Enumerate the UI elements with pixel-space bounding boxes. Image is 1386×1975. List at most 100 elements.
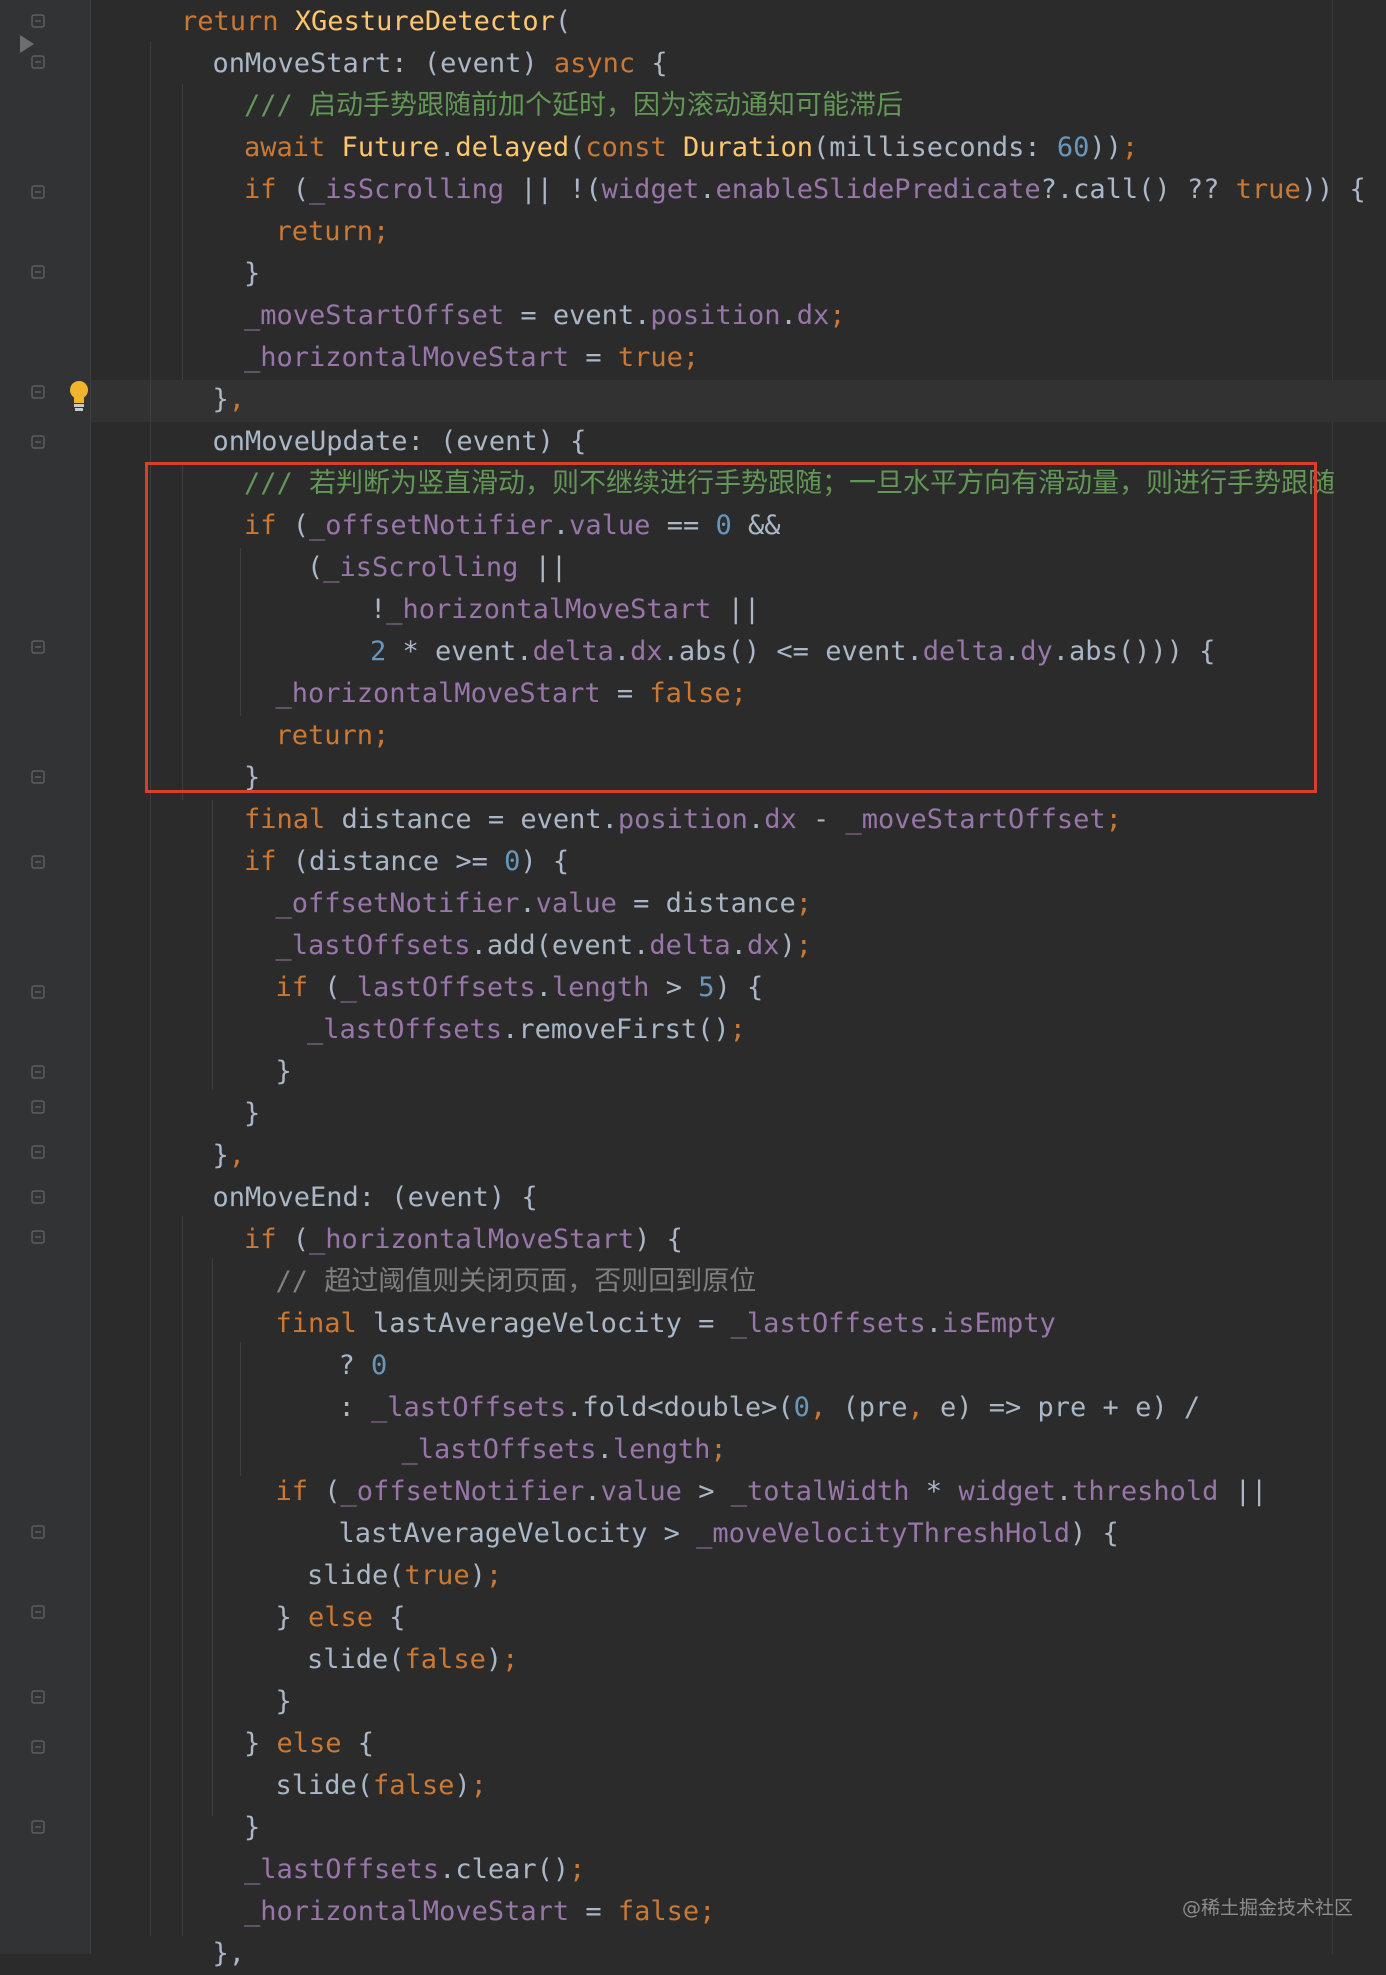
fold-marker-icon[interactable]: [31, 1230, 45, 1244]
fold-marker-icon[interactable]: [31, 985, 45, 999]
code-line[interactable]: _moveStartOffset = event.position.dx;: [244, 295, 846, 337]
code-token: value: [600, 1476, 682, 1507]
code-token: ;: [502, 1644, 519, 1675]
code-token: }: [244, 258, 261, 289]
code-line[interactable]: _horizontalMoveStart = true;: [244, 337, 699, 379]
code-line[interactable]: _lastOffsets.removeFirst();: [307, 1009, 746, 1051]
code-line[interactable]: _offsetNotifier.value = distance;: [276, 883, 812, 925]
fold-marker-icon[interactable]: [31, 1190, 45, 1204]
code-line[interactable]: await Future.delayed(const Duration(mill…: [244, 127, 1138, 169]
code-line[interactable]: },: [213, 1933, 246, 1975]
watermark-text: @稀土掘金技术社区: [1182, 1897, 1354, 1919]
code-token: slide(: [275, 1770, 374, 1801]
code-token: ;: [729, 1014, 746, 1045]
code-line[interactable]: _horizontalMoveStart = false;: [244, 1891, 715, 1933]
code-line[interactable]: }: [276, 1051, 292, 1093]
fold-marker-icon[interactable]: [31, 14, 45, 28]
code-token: _offsetNotifier: [275, 888, 520, 919]
code-token: _moveStartOffset: [845, 804, 1106, 835]
code-token: length: [612, 1434, 711, 1465]
fold-marker-icon[interactable]: [31, 1145, 45, 1159]
code-token: .: [747, 804, 765, 835]
code-token: _lastOffsets: [275, 930, 471, 961]
code-token: (milliseconds:: [813, 132, 1057, 163]
fold-marker-icon[interactable]: [31, 770, 45, 784]
run-triangle-icon[interactable]: [20, 35, 34, 53]
code-line[interactable]: if (distance >= 0) {: [244, 841, 569, 883]
code-token: length: [551, 972, 650, 1003]
editor-gutter: [0, 0, 90, 1954]
fold-marker-icon[interactable]: [31, 855, 45, 869]
fold-marker-icon[interactable]: [31, 640, 45, 654]
code-line[interactable]: ? 0: [339, 1345, 388, 1387]
code-token: ) {: [520, 846, 570, 877]
code-line[interactable]: final distance = event.position.dx - _mo…: [244, 799, 1122, 841]
code-token: _moveStartOffset: [244, 300, 505, 331]
fold-marker-icon[interactable]: [31, 1690, 45, 1704]
code-token: dx: [764, 804, 797, 835]
code-token: enableSlidePredicate: [715, 174, 1041, 205]
code-line[interactable]: }: [244, 1093, 260, 1135]
code-line[interactable]: }: [244, 1807, 260, 1849]
code-token: 5: [698, 972, 715, 1003]
code-token: .: [1055, 1476, 1073, 1507]
code-line[interactable]: : _lastOffsets.fold<double>(0, (pre, e) …: [339, 1387, 1201, 1429]
code-token: true: [1235, 174, 1301, 205]
code-line[interactable]: if (_offsetNotifier.value > _totalWidth …: [276, 1471, 1268, 1513]
code-token: /// 启动手势跟随前加个延时，因为滚动通知可能滞后: [244, 90, 904, 121]
fold-marker-icon[interactable]: [31, 55, 45, 69]
code-token: dx: [796, 300, 830, 331]
code-line[interactable]: },: [213, 1135, 246, 1177]
code-line[interactable]: return XGestureDetector(: [181, 1, 571, 43]
code-line[interactable]: },: [213, 379, 246, 421]
code-line[interactable]: if (_lastOffsets.length > 5) {: [276, 967, 764, 1009]
code-token: true;: [617, 342, 700, 373]
code-token: ?: [338, 1350, 372, 1381]
code-line[interactable]: if (_isScrolling || !(widget.enableSlide…: [244, 169, 1366, 211]
code-token: .add(event.: [470, 930, 650, 961]
code-line[interactable]: /// 启动手势跟随前加个延时，因为滚动通知可能滞后: [244, 85, 903, 127]
indent-guide: [182, 84, 183, 380]
code-token: ,: [228, 384, 246, 415]
fold-marker-icon[interactable]: [31, 1525, 45, 1539]
fold-marker-icon[interactable]: [31, 385, 45, 399]
fold-marker-icon[interactable]: [31, 1605, 45, 1619]
code-line[interactable]: } else {: [276, 1597, 406, 1639]
fold-marker-icon[interactable]: [31, 1100, 45, 1114]
code-line[interactable]: slide(true);: [307, 1555, 502, 1597]
fold-marker-icon[interactable]: [31, 1820, 45, 1834]
code-line[interactable]: }: [244, 253, 260, 295]
code-token: ;: [470, 1770, 487, 1801]
code-token: }: [244, 1812, 261, 1843]
code-line[interactable]: onMoveStart: (event) async {: [213, 43, 668, 85]
fold-marker-icon[interactable]: [31, 265, 45, 279]
code-line[interactable]: _lastOffsets.add(event.delta.dx);: [276, 925, 812, 967]
code-token: .: [925, 1308, 943, 1339]
code-line[interactable]: // 超过阈值则关闭页面，否则回到原位: [276, 1261, 757, 1303]
fold-marker-icon[interactable]: [31, 435, 45, 449]
code-line[interactable]: lastAverageVelocity > _moveVelocityThres…: [339, 1513, 1119, 1555]
code-token: false: [404, 1644, 486, 1675]
code-token: )) {: [1300, 174, 1366, 205]
fold-marker-icon[interactable]: [31, 185, 45, 199]
fold-marker-icon[interactable]: [31, 1065, 45, 1079]
code-token: threshold: [1072, 1476, 1219, 1507]
code-line[interactable]: _lastOffsets.length;: [402, 1429, 727, 1471]
code-line[interactable]: if (_horizontalMoveStart) {: [244, 1219, 683, 1261]
lightbulb-icon[interactable]: [68, 380, 90, 414]
code-token: _lastOffsets: [307, 1014, 503, 1045]
code-line[interactable]: } else {: [244, 1723, 374, 1765]
code-token: _lastOffsets: [244, 1854, 440, 1885]
fold-marker-icon[interactable]: [31, 1740, 45, 1754]
code-token: = event.: [504, 300, 651, 331]
code-line[interactable]: onMoveUpdate: (event) {: [213, 421, 587, 463]
code-line[interactable]: final lastAverageVelocity = _lastOffsets…: [276, 1303, 1056, 1345]
code-line[interactable]: return;: [276, 211, 390, 253]
code-line[interactable]: }: [276, 1681, 292, 1723]
code-line[interactable]: _lastOffsets.clear();: [244, 1849, 585, 1891]
code-token: ;: [710, 1434, 727, 1465]
code-token: {: [357, 1728, 375, 1759]
code-line[interactable]: slide(false);: [307, 1639, 518, 1681]
code-line[interactable]: onMoveEnd: (event) {: [213, 1177, 538, 1219]
code-line[interactable]: slide(false);: [276, 1765, 487, 1807]
